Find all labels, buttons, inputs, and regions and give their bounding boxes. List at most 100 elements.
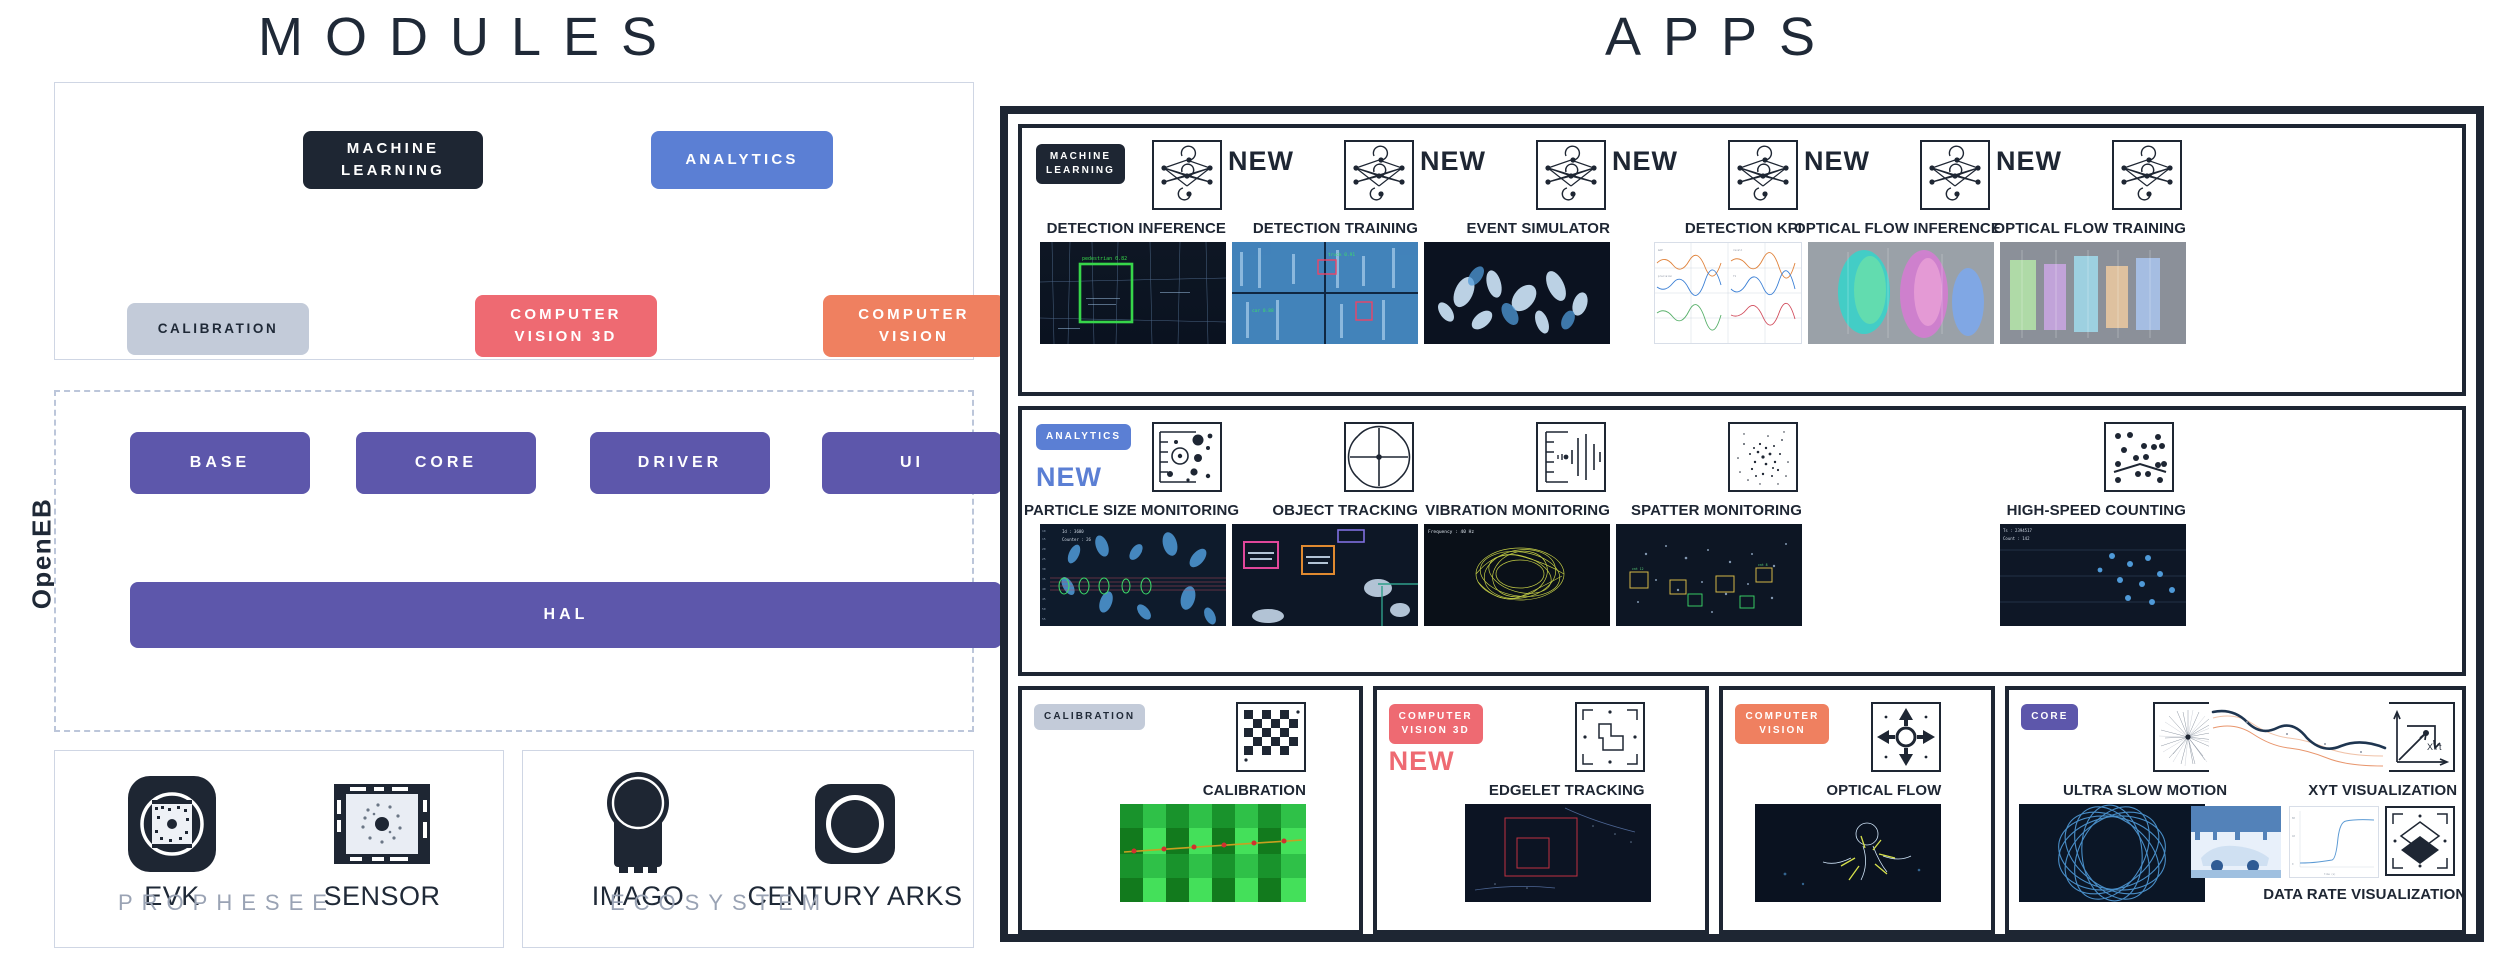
neural-network-icon [1920,140,1990,210]
svg-text:car 0.88: car 0.88 [1252,308,1274,314]
xyt-axes-icon: XYt [2385,702,2456,772]
module-chip-label: COMPUTER VISION [858,306,970,345]
svg-text:pedestrian 0.82: pedestrian 0.82 [1082,256,1127,262]
svg-text:Frequency : 40 Hz: Frequency : 40 Hz [1428,529,1474,535]
svg-text:cnt 12: cnt 12 [1632,567,1644,571]
svg-text:Counter : 26: Counter : 26 [1062,537,1091,542]
brand-label-ecosystem: ECOSYSTEM [610,890,830,915]
apps-group-core: CORE ULTRA SLOW MOTION XYt XYT VISUALIZA… [2005,686,2466,934]
svg-text:XYt: XYt [2427,742,2442,752]
app-name: HIGH-SPEED COUNTING [2006,502,2186,519]
neural-network-icon [1344,140,1414,210]
module-chip-machine-learning[interactable]: MACHINE LEARNING [303,131,483,189]
openeb-chip-driver[interactable]: DRIVER [590,432,770,494]
module-chip-label: MACHINE LEARNING [341,140,445,179]
vibration-thumb[interactable]: Frequency : 40 Hz [1424,524,1610,626]
particle-size-icon [1152,422,1222,492]
neural-network-icon [1536,140,1606,210]
optical-flow-inference-thumb[interactable] [1808,242,1994,344]
optical-flow-arrows-icon [1871,702,1942,772]
svg-text:Ts : 2394517: Ts : 2394517 [2003,528,2032,533]
openeb-chip-core[interactable]: CORE [356,432,536,494]
app-name: DETECTION INFERENCE [1046,220,1226,237]
spatter-thumb[interactable]: cnt 12 cnt 8 [1616,524,1802,626]
openeb-chip-hal[interactable]: HAL [130,582,1002,648]
optical-flow-thumb[interactable] [1755,804,1942,902]
high-speed-counting-thumb[interactable]: Ts : 2394517 Count : 142 [2000,524,2186,626]
hardware-label: SENSOR [323,881,441,911]
neural-network-icon [1152,140,1222,210]
calibration-thumb[interactable] [1120,804,1306,902]
app-name: ULTRA SLOW MOTION [2063,782,2228,799]
svg-text:50: 50 [1042,607,1046,611]
app-name: EVENT SIMULATOR [1466,220,1610,237]
app-name: OBJECT TRACKING [1272,502,1418,519]
xyt-visualization-thumb[interactable] [2209,698,2390,782]
apps-section-title: APPS [1605,7,1838,67]
detection-inference-thumb[interactable]: pedestrian 0.82 [1040,242,1226,344]
evk-device-icon [124,769,220,879]
imago-camera-icon [596,769,680,879]
ecosystem-hardware-panel: IMAGO CENTURY ARKS [522,750,974,948]
neural-network-icon [2112,140,2182,210]
svg-text:time (s): time (s) [2324,873,2336,876]
app-name: DETECTION KPI [1684,220,1802,237]
svg-text:cnt 8: cnt 8 [1758,563,1768,567]
new-badge: NEW [1996,146,2062,176]
app-name: OPTICAL FLOW [1826,782,1942,799]
apps-row-analytics: ANALYTICS NEW PARTICLE SIZE MONITORING I… [1018,406,2466,676]
high-speed-counting-icon [2104,422,2174,492]
data-rate-scene-thumb[interactable] [2191,806,2282,878]
category-badge-computer-vision[interactable]: COMPUTER VISION [1735,704,1830,744]
category-badge-machine-learning[interactable]: MACHINE LEARNING [1036,144,1126,184]
svg-text:45: 45 [1042,597,1046,601]
openeb-chip-ui[interactable]: UI [822,432,1002,494]
svg-text:35: 35 [1042,577,1046,581]
module-chip-analytics[interactable]: ANALYTICS [651,131,833,189]
ultra-slow-motion-thumb[interactable] [2019,804,2206,902]
svg-text:Id : 3680: Id : 3680 [1062,529,1084,534]
category-badge-computer-vision-3d[interactable]: COMPUTER VISION 3D [1388,704,1483,744]
detection-kpi-thumb[interactable]: mAP recall precision f1 [1654,242,1802,344]
app-name: EDGELET TRACKING [1488,782,1645,799]
module-chip-calibration[interactable]: CALIBRATION [127,303,309,355]
apps-group-calibration: CALIBRATION CALIBRATION [1018,686,1363,934]
modules-section-title: MODULES [258,7,680,67]
apps-row-machine-learning: MACHINE LEARNING DETECTION INFERENCE ped… [1018,124,2466,396]
category-badge-calibration[interactable]: CALIBRATION [1034,704,1146,730]
app-name: XYT VISUALIZATION [2308,782,2458,799]
detection-training-thumb[interactable]: truck 0.91 car 0.88 [1232,242,1418,344]
openeb-chip-base[interactable]: BASE [130,432,310,494]
apps-group-computer-vision-3d: COMPUTER VISION 3D NEW EDGELET TRACKING [1372,686,1710,934]
event-simulator-thumb[interactable] [1424,242,1610,344]
app-name: DATA RATE VISUALIZATION [2263,886,2467,903]
brand-label-prophesee: PROPHESEE [118,890,336,915]
module-chip-computer-vision[interactable]: COMPUTER VISION [823,295,1005,357]
app-name: VIBRATION MONITORING [1425,502,1610,519]
vibration-icon [1536,422,1606,492]
optical-flow-training-thumb[interactable] [2000,242,2186,344]
module-chip-computer-vision-3d[interactable]: COMPUTER VISION 3D [475,295,657,357]
svg-text:15: 15 [1042,537,1046,541]
svg-text:10: 10 [1042,529,1046,533]
sensor-chip-icon [330,769,434,879]
app-name: SPATTER MONITORING [1631,502,1802,519]
app-name: CALIBRATION [1202,782,1306,799]
neural-network-icon [1728,140,1798,210]
new-badge: NEW [1804,146,1870,176]
apps-row-mixed: CALIBRATION CALIBRATION COMPUTER VISION … [1018,686,2466,934]
openeb-stack-label: OpenEB [26,497,57,610]
object-tracking-thumb[interactable] [1232,524,1418,626]
category-badge-core[interactable]: CORE [2021,704,2079,730]
modules-column: OpenEB MACHINE LEARNING ANALYTICS CALIBRA… [0,78,1005,962]
new-badge: NEW [1036,462,1102,492]
edgelet-icon [1574,702,1645,772]
data-rate-diamond-icon [2385,806,2456,876]
category-badge-analytics[interactable]: ANALYTICS [1036,424,1132,450]
svg-text:truck 0.91: truck 0.91 [1328,252,1355,258]
particle-size-thumb[interactable]: Id : 3680 Counter : 26 10 15 20 25 30 35 40 45… [1040,524,1226,626]
edgelet-tracking-thumb[interactable] [1464,804,1651,902]
century-arks-camera-icon [809,769,901,879]
data-rate-chart-thumb[interactable]: 80 40 0 time (s) [2289,806,2380,878]
svg-text:precision: precision [1658,274,1672,278]
